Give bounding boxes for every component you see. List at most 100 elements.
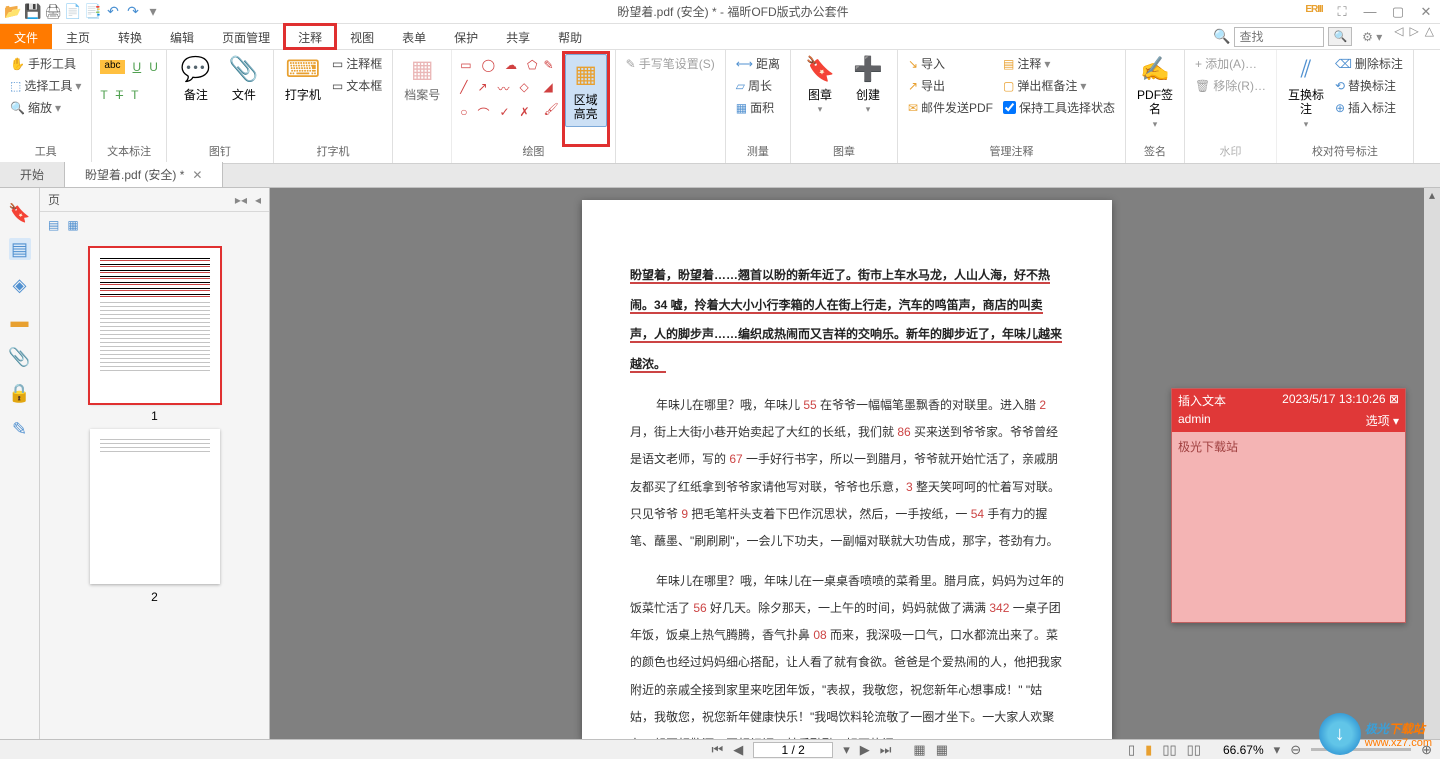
attachments-icon[interactable]: 📎 xyxy=(9,346,31,368)
swap-mark[interactable]: ⫽互换标注▾ xyxy=(1285,54,1327,130)
redo-icon[interactable]: ↷ xyxy=(124,3,142,21)
annotate2[interactable]: ▤注释 ▾ xyxy=(1001,54,1117,73)
create-button[interactable]: ➕创建▾ xyxy=(847,54,889,115)
text-frame[interactable]: ▭文本框 xyxy=(330,76,384,95)
cloud-icon[interactable]: ☁ xyxy=(505,58,517,72)
popup[interactable]: ▢弹出框备注 ▾ xyxy=(1001,76,1117,95)
grid-icon[interactable]: ▦ xyxy=(913,742,925,758)
note-options[interactable]: 选项 ▾ xyxy=(1366,412,1399,429)
area[interactable]: ▦面积 xyxy=(734,98,782,117)
replace-mark[interactable]: ⟲替换标注 xyxy=(1333,76,1405,95)
collapse-icon[interactable]: △ xyxy=(1425,24,1434,49)
import[interactable]: ↘导入 xyxy=(906,54,995,73)
note-close-icon[interactable]: ⊠ xyxy=(1389,392,1399,406)
thumb-view1-icon[interactable]: ▤ xyxy=(48,218,59,232)
perimeter[interactable]: ▱周长 xyxy=(734,76,782,95)
thumb-close-icon[interactable]: ◂ xyxy=(255,193,261,207)
tab-edit[interactable]: 编辑 xyxy=(156,24,208,49)
note-frame[interactable]: ▭注释框 xyxy=(330,54,384,73)
tab-protect[interactable]: 保护 xyxy=(440,24,492,49)
sign-button[interactable]: ✍PDF签名▾ xyxy=(1134,54,1176,130)
underline-icon[interactable]: U xyxy=(133,60,142,74)
squiggly-icon[interactable]: U xyxy=(149,60,158,74)
strikeout-icon[interactable]: T xyxy=(116,88,123,102)
tab-share[interactable]: 共享 xyxy=(492,24,544,49)
select-tool[interactable]: ⬚选择工具 ▾ xyxy=(8,76,83,95)
tab-help[interactable]: 帮助 xyxy=(544,24,596,49)
caret-icon[interactable]: T xyxy=(100,88,107,102)
area-highlight-button[interactable]: ▦ 区域高亮 xyxy=(565,54,607,127)
pencil-icon[interactable]: ✎ xyxy=(543,58,558,72)
note-button[interactable]: 💬备注 xyxy=(175,54,217,102)
undo-icon[interactable]: ↶ xyxy=(104,3,122,21)
search-folder-icon[interactable]: 🔍 xyxy=(1213,28,1230,45)
tab-convert[interactable]: 转换 xyxy=(104,24,156,49)
stamp-button[interactable]: ▦档案号 xyxy=(401,54,443,102)
delete-mark[interactable]: ⌫删除标注 xyxy=(1333,54,1405,73)
pages-icon[interactable]: ▤ xyxy=(9,238,31,260)
zoom-dropdown-icon[interactable]: ▾ xyxy=(1274,742,1281,758)
print-icon[interactable]: 🖨 xyxy=(44,3,62,21)
save-icon[interactable]: 💾 xyxy=(24,3,42,21)
tab-home[interactable]: 主页 xyxy=(52,24,104,49)
bookmarks-icon[interactable]: 🔖 xyxy=(9,202,31,224)
last-page-icon[interactable]: ⏭ xyxy=(880,742,892,758)
fullscreen-icon[interactable]: ⛶ xyxy=(1332,4,1352,20)
vertical-scrollbar[interactable]: ▴ xyxy=(1424,188,1440,739)
line-icon[interactable]: ╱ xyxy=(460,80,467,97)
new-icon[interactable]: 📄 xyxy=(64,3,82,21)
close-icon[interactable]: ✕ xyxy=(1416,4,1436,20)
minimize-icon[interactable]: — xyxy=(1360,4,1380,20)
oval-icon[interactable]: ◯ xyxy=(482,58,495,72)
page-dropdown-icon[interactable]: ▾ xyxy=(843,742,850,758)
document-view[interactable]: 盼望着，盼望着……翘首以盼的新年近了。街市上车水马龙，人山人海，好不热闹。34 … xyxy=(270,188,1424,739)
typewriter-button[interactable]: ⌨打字机 xyxy=(282,54,324,102)
tab-page[interactable]: 页面管理 xyxy=(208,24,284,49)
stamp2-button[interactable]: 🔖图章▾ xyxy=(799,54,841,115)
thumb-view2-icon[interactable]: ▦ xyxy=(67,218,78,232)
view1-icon[interactable]: ▯ xyxy=(1128,742,1135,758)
first-page-icon[interactable]: ⏮ xyxy=(711,742,723,758)
replace-icon[interactable]: T xyxy=(131,88,138,102)
note-popup[interactable]: 插入文本 2023/5/17 13:10:26 ⊠ admin 选项 ▾ 极光下… xyxy=(1171,388,1406,623)
highlight-icon[interactable]: abc xyxy=(100,60,124,74)
maximize-icon[interactable]: ▢ xyxy=(1388,4,1408,20)
cross-icon[interactable]: ✗ xyxy=(520,105,530,122)
zoom-out-icon[interactable]: ⊖ xyxy=(1290,742,1301,758)
qat-dropdown-icon[interactable]: ▾ xyxy=(144,3,162,21)
close-tab-icon[interactable]: ✕ xyxy=(192,168,202,182)
tab-view[interactable]: 视图 xyxy=(336,24,388,49)
polyline-icon[interactable]: 〰 xyxy=(498,80,510,97)
view4-icon[interactable]: ▯▯ xyxy=(1187,742,1201,758)
prev-icon[interactable]: ◁ xyxy=(1394,24,1403,49)
search-input[interactable] xyxy=(1234,27,1324,47)
tab-start[interactable]: 开始 xyxy=(0,162,65,187)
settings-icon[interactable]: ⚙ ▾ xyxy=(1362,30,1382,44)
circle-icon[interactable]: ○ xyxy=(460,105,467,122)
mail[interactable]: ✉邮件发送PDF xyxy=(906,98,995,117)
next-icon[interactable]: ▷ xyxy=(1410,24,1419,49)
curve-icon[interactable]: ⌒ xyxy=(477,105,489,122)
brush-icon[interactable]: 🖌 xyxy=(543,102,558,116)
next-page-icon[interactable]: ▶ xyxy=(860,742,870,758)
prev-page-icon[interactable]: ◀ xyxy=(733,742,743,758)
thumb-page-2[interactable] xyxy=(90,429,220,584)
thumb-collapse-icon[interactable]: ▸◂ xyxy=(235,193,247,207)
file-button[interactable]: 📎文件 xyxy=(223,54,265,102)
tab-doc[interactable]: 盼望着.pdf (安全) *✕ xyxy=(65,162,223,187)
insert-mark[interactable]: ⊕插入标注 xyxy=(1333,98,1405,117)
comments-icon[interactable]: ▬ xyxy=(9,310,31,332)
arrow-icon[interactable]: ↗ xyxy=(477,80,487,97)
grid2-icon[interactable]: ▦ xyxy=(936,742,948,758)
layers-icon[interactable]: ◈ xyxy=(9,274,31,296)
security-icon[interactable]: 🔒 xyxy=(9,382,31,404)
zoom-tool[interactable]: 🔍缩放 ▾ xyxy=(8,98,83,117)
export[interactable]: ↗导出 xyxy=(906,76,995,95)
view2-icon[interactable]: ▮ xyxy=(1145,742,1152,758)
rect-icon[interactable]: ▭ xyxy=(460,58,471,72)
search-button-icon[interactable]: 🔍 xyxy=(1328,27,1352,46)
page-input[interactable] xyxy=(753,742,833,758)
open-icon[interactable]: 📂 xyxy=(4,3,22,21)
polygon-icon[interactable]: ⬠ xyxy=(527,58,537,72)
tab-annotate[interactable]: 注释 xyxy=(284,24,336,49)
